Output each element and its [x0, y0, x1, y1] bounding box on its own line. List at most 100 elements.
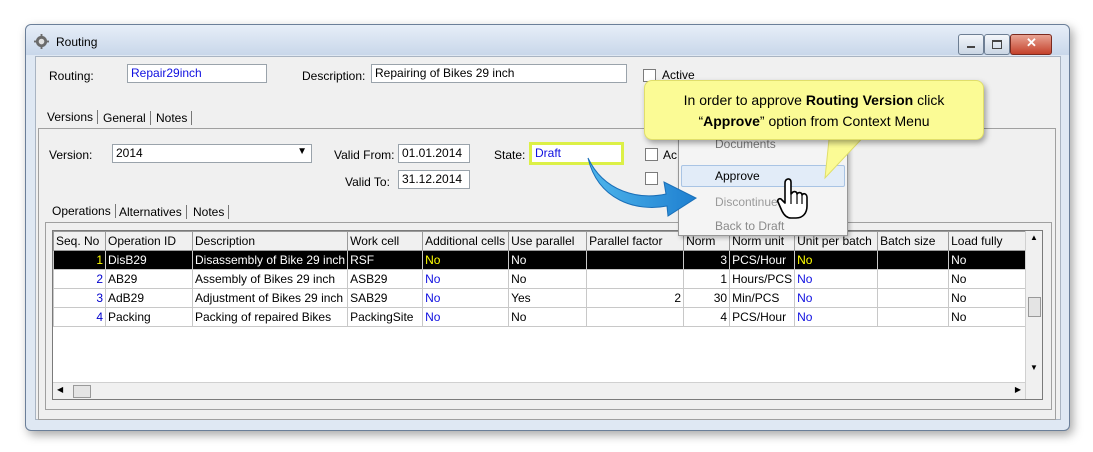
- cell: PCS/Hour: [729, 250, 796, 270]
- cell: Adjustment of Bikes 29 inch: [191, 288, 349, 308]
- cell: Packing: [105, 307, 193, 327]
- callout-bold-text: Approve: [703, 113, 760, 129]
- col-header[interactable]: Description: [191, 231, 349, 251]
- state-label: State:: [494, 148, 526, 162]
- cell: [586, 269, 685, 289]
- cell: Packing of repaired Bikes: [191, 307, 349, 327]
- cell: No: [948, 269, 1028, 289]
- cell: No: [948, 250, 1028, 270]
- cell: 3: [53, 288, 106, 308]
- vertical-scrollbar[interactable]: ▲ ▼: [1025, 231, 1042, 399]
- tab-operations[interactable]: Operations: [48, 204, 116, 218]
- cell: No: [422, 288, 510, 308]
- scroll-right-icon[interactable]: ▶: [1015, 385, 1021, 394]
- horizontal-scrollbar[interactable]: ◀ ▶: [53, 382, 1025, 399]
- cell: No: [794, 288, 879, 308]
- cell: Min/PCS: [729, 288, 796, 308]
- scroll-thumb-vertical[interactable]: [1028, 297, 1041, 317]
- scroll-up-icon[interactable]: ▲: [1030, 233, 1038, 242]
- maximize-button[interactable]: [984, 34, 1010, 55]
- cell: 4: [683, 307, 731, 327]
- description-field[interactable]: Repairing of Bikes 29 inch: [371, 64, 627, 83]
- operations-grid[interactable]: Seq. No Operation ID Description Work ce…: [52, 230, 1043, 400]
- table-row[interactable]: 1 DisB29 Disassembly of Bike 29 inch RSF…: [53, 250, 1028, 270]
- menu-item-discontinue[interactable]: Discontinue: [715, 195, 778, 209]
- cell: No: [508, 307, 588, 327]
- cell: DisB29: [105, 250, 193, 270]
- table-row[interactable]: 4 Packing Packing of repaired Bikes Pack…: [53, 307, 1028, 327]
- callout-bold-text: Routing Version: [805, 92, 914, 108]
- cell: No: [508, 269, 588, 289]
- cell: 30: [683, 288, 731, 308]
- cell: No: [794, 307, 879, 327]
- operations-table: Seq. No Operation ID Description Work ce…: [53, 231, 1028, 327]
- scroll-down-icon[interactable]: ▼: [1030, 363, 1038, 372]
- routing-field[interactable]: Repair29inch: [127, 64, 267, 83]
- cell: 2: [53, 269, 106, 289]
- cell: PCS/Hour: [729, 307, 796, 327]
- tab-versions[interactable]: Versions: [43, 110, 99, 124]
- tab-alternatives[interactable]: Alternatives: [115, 205, 187, 219]
- version-value: 2014: [116, 146, 143, 160]
- table-row[interactable]: 2 AB29 Assembly of Bikes 29 inch ASB29 N…: [53, 269, 1028, 289]
- cell: SAB29: [347, 288, 424, 308]
- grid-header-row: Seq. No Operation ID Description Work ce…: [53, 231, 1028, 251]
- col-header[interactable]: Operation ID: [105, 231, 193, 251]
- col-header[interactable]: Use parallel: [508, 231, 588, 251]
- col-header[interactable]: Parallel factor: [586, 231, 685, 251]
- description-label: Description:: [302, 69, 366, 83]
- tab-notes[interactable]: Notes: [152, 111, 193, 125]
- table-row[interactable]: 3 AdB29 Adjustment of Bikes 29 inch SAB2…: [53, 288, 1028, 308]
- cell: Assembly of Bikes 29 inch: [191, 269, 349, 289]
- callout-text: In order to approve: [683, 92, 806, 108]
- close-icon: ✕: [1026, 35, 1037, 50]
- minimize-button[interactable]: [958, 34, 984, 55]
- window-title: Routing: [56, 35, 98, 49]
- cell: 1: [53, 250, 106, 270]
- menu-item-back-to-draft[interactable]: Back to Draft: [715, 219, 784, 233]
- close-button[interactable]: ✕: [1010, 34, 1052, 55]
- cell: 2: [586, 288, 685, 308]
- cell: ASB29: [347, 269, 424, 289]
- col-header[interactable]: Load fully: [948, 231, 1028, 251]
- tab-general[interactable]: General: [99, 111, 151, 125]
- scroll-thumb-horizontal[interactable]: [73, 385, 91, 398]
- cell: [586, 250, 685, 270]
- cell: No: [508, 250, 588, 270]
- cell: No: [794, 250, 879, 270]
- minimize-icon: [967, 46, 975, 48]
- callout-line-2: “Approve” option from Context Menu: [645, 111, 983, 132]
- cell: RSF: [347, 250, 424, 270]
- col-header[interactable]: Additional cells: [422, 231, 510, 251]
- cell: [877, 288, 950, 308]
- version-label: Version:: [49, 148, 93, 162]
- valid-to-field[interactable]: 31.12.2014: [398, 170, 470, 189]
- tab-inner-notes[interactable]: Notes: [189, 205, 230, 219]
- blue-arrow-icon: [587, 157, 698, 217]
- cell: 3: [683, 250, 731, 270]
- maximize-icon: [992, 40, 1002, 49]
- instruction-callout: In order to approve Routing Version clic…: [644, 80, 984, 140]
- cell: No: [422, 250, 510, 270]
- col-header[interactable]: Batch size: [877, 231, 950, 251]
- cell: No: [422, 307, 510, 327]
- cell: PackingSite: [347, 307, 424, 327]
- valid-from-field[interactable]: 01.01.2014: [398, 144, 470, 163]
- col-header[interactable]: Seq. No: [53, 231, 106, 251]
- version-select[interactable]: 2014 ▼: [112, 144, 312, 163]
- routing-label: Routing:: [49, 69, 94, 83]
- cell: Hours/PCS: [729, 269, 796, 289]
- scroll-left-icon[interactable]: ◀: [57, 385, 63, 394]
- cell: No: [948, 288, 1028, 308]
- valid-to-label: Valid To:: [345, 175, 390, 189]
- title-bar[interactable]: Routing ✕: [26, 25, 1069, 55]
- callout-text: click: [913, 92, 945, 108]
- cell: Disassembly of Bike 29 inch: [191, 250, 349, 270]
- hand-cursor-icon: [776, 178, 808, 219]
- cell: AdB29: [105, 288, 193, 308]
- callout-text: ” option from Context Menu: [759, 113, 930, 129]
- menu-item-approve[interactable]: Approve: [715, 169, 760, 183]
- col-header[interactable]: Work cell: [347, 231, 424, 251]
- gear-icon: [34, 34, 49, 49]
- cell: 1: [683, 269, 731, 289]
